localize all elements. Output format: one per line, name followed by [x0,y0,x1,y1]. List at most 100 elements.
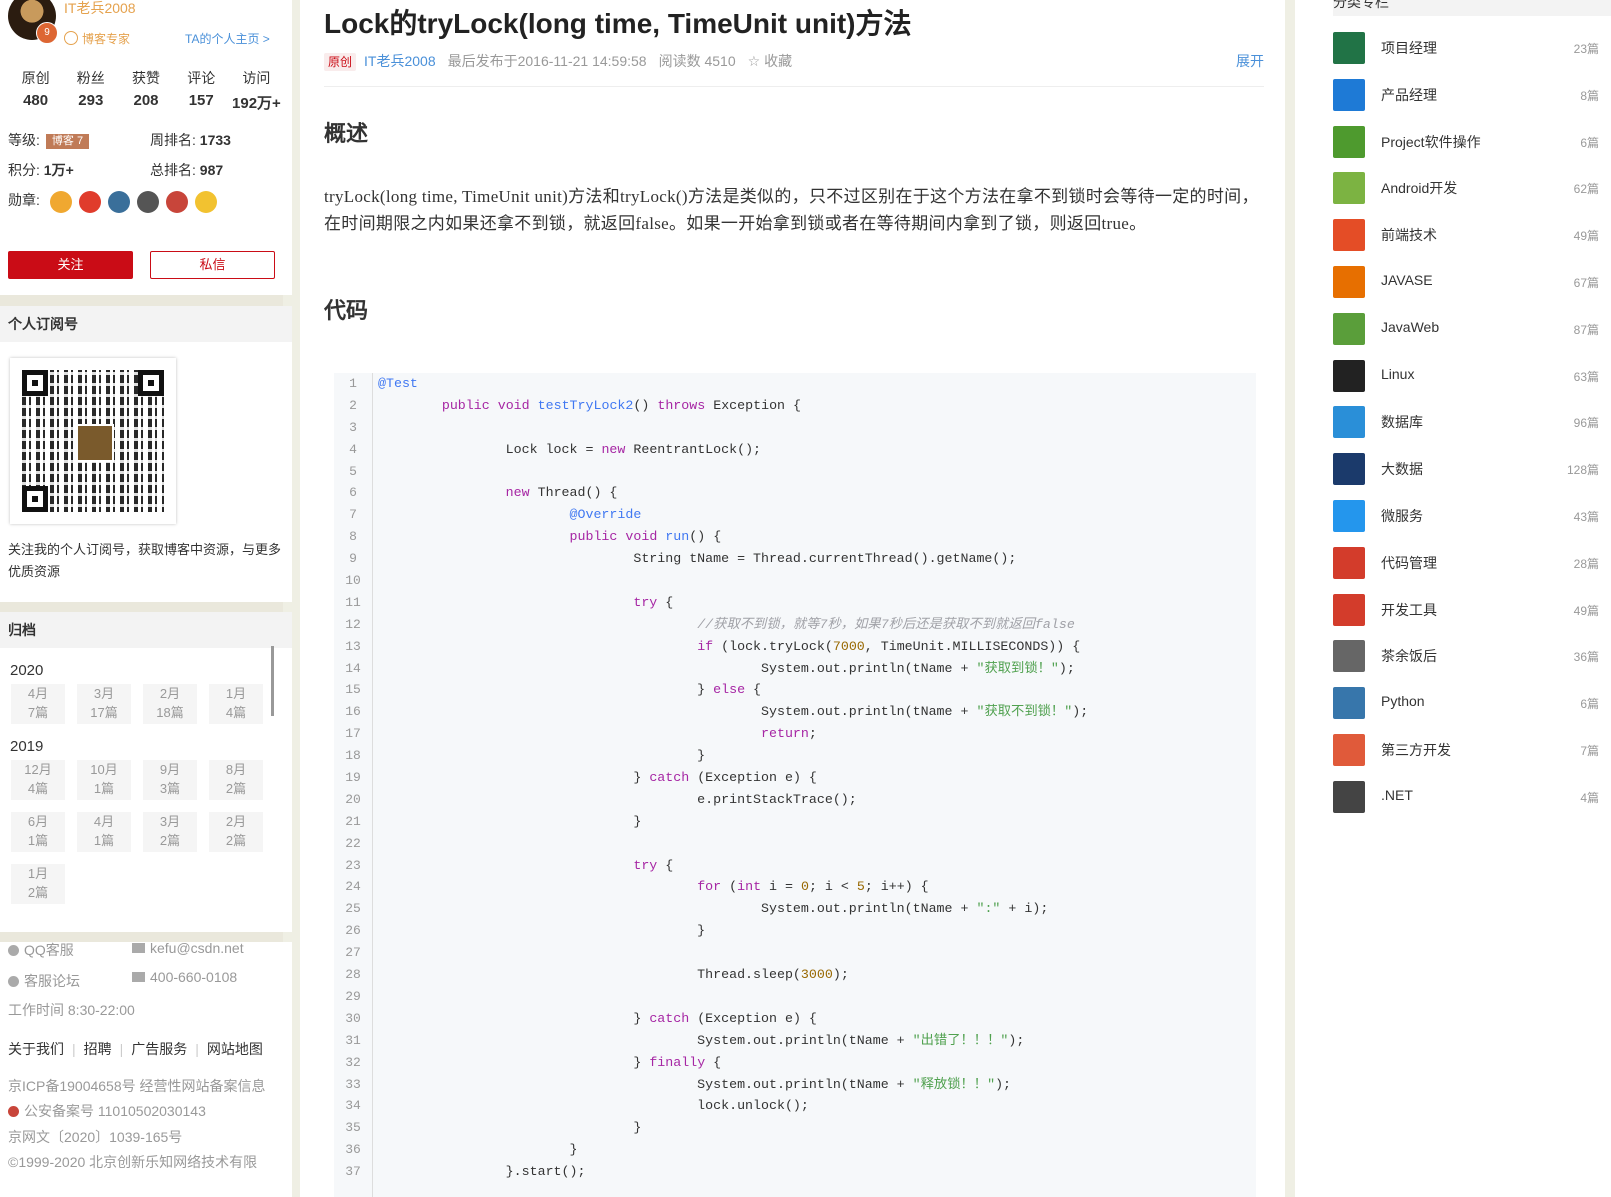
favorite-button[interactable]: ☆ 收藏 [748,53,792,69]
archive-month[interactable]: 6月 1篇 [11,812,65,852]
archive-month[interactable]: 8月 2篇 [209,760,263,800]
category-item[interactable]: Project软件操作 6篇 [1295,125,1611,160]
category-item[interactable]: Python 6篇 [1295,687,1611,721]
code-token: e.printStackTrace(); [378,791,857,807]
month-count: 2篇 [27,885,49,900]
expand-link[interactable]: 展开 [1236,51,1264,71]
stat-item[interactable]: 评论 157 [174,68,229,113]
code-block[interactable]: 1 2 3 4 5 6 7 8 9 10 11 12 13 14 15 16 17 18 19 20 21 22 23 24 2… [334,373,1256,1197]
month-count: 1篇 [93,833,115,848]
email-link[interactable]: kefu@csdn.net [132,940,244,956]
medal-red-icon[interactable] [79,191,101,213]
code-token: } [378,748,706,764]
month-label: 1月 [225,686,247,701]
ms-project-icon [1333,125,1365,158]
category-item[interactable]: JavaWeb 87篇 [1295,312,1611,347]
police-record[interactable]: 公安备案号 11010502030143 [8,1101,206,1121]
category-item[interactable]: 数据库 96篇 [1295,406,1611,440]
category-item[interactable]: 大数据 128篇 [1295,453,1611,487]
footer-link[interactable]: 广告服务 [131,1041,187,1057]
category-item[interactable]: 开发工具 49篇 [1295,593,1611,628]
category-item[interactable]: 项目经理 23篇 [1295,32,1611,66]
qq-service[interactable]: QQ客服 [8,940,74,960]
medal-30-icon[interactable] [50,191,72,213]
code-line: } [378,1139,1088,1161]
heading-code: 代码 [324,298,369,323]
icp-info[interactable]: 京ICP备19004658号 经营性网站备案信息 [8,1076,266,1096]
code-token: System.out.println(tName + [378,704,977,720]
category-item[interactable]: 微服务 43篇 [1295,500,1611,534]
line-number: 11 [345,594,361,610]
homepage-link[interactable]: TA的个人主页 > [185,30,270,47]
code-token: Thread.sleep( [378,967,801,983]
category-item[interactable]: 茶余饭后 36篇 [1295,640,1611,674]
line-number: 6 [349,485,357,501]
third-party-icon [1333,734,1365,766]
code-token: (lock.tryLock( [713,638,833,654]
line-number: 29 [345,988,361,1004]
category-count: 4篇 [1580,790,1599,805]
code-token: @Override [569,507,642,523]
archive-month[interactable]: 2月 2篇 [209,812,263,852]
subscription-title: 个人订阅号 [0,306,292,342]
category-item[interactable]: 第三方开发 7篇 [1295,734,1611,768]
code-token: } [378,923,706,939]
archive-month[interactable]: 3月 17篇 [77,684,131,724]
category-item[interactable]: .NET 4篇 [1295,780,1611,815]
footer-link[interactable]: 关于我们 [8,1041,64,1057]
medal-dark-icon[interactable] [137,191,159,213]
footer-link[interactable]: 网站地图 [207,1041,263,1057]
archive-month[interactable]: 2月 18篇 [143,684,197,724]
code-token: } [378,1054,650,1070]
follow-button[interactable]: 关注 [8,251,133,279]
category-item[interactable]: 产品经理 8篇 [1295,78,1611,113]
category-item[interactable]: 代码管理 28篇 [1295,546,1611,581]
month-label: 8月 [225,762,247,777]
category-item[interactable]: Linux 63篇 [1295,359,1611,394]
code-line: } [378,920,1088,942]
code-token: ; i++) { [864,879,929,895]
footer-link[interactable]: 招聘 [84,1041,112,1057]
stat-item[interactable]: 获赞 208 [118,68,173,113]
category-name: 微服务 [1381,508,1423,524]
category-item[interactable]: Android开发 62篇 [1295,172,1611,206]
archive-month[interactable]: 10月 1篇 [77,760,131,800]
level-badge: 9 [36,22,58,44]
code-line: } [378,811,1088,833]
archive-scrollbar[interactable] [271,646,274,716]
month-label: 2月 [225,814,247,829]
archive-month[interactable]: 4月 7篇 [11,684,65,724]
medal-list-icon[interactable] [108,191,130,213]
medal-1024-icon[interactable] [166,191,188,213]
archive-month[interactable]: 12月 4篇 [11,760,65,800]
stat-item[interactable]: 原创 480 [8,68,63,113]
archive-month[interactable]: 3月 2篇 [143,812,197,852]
line-number: 5 [349,463,357,479]
stat-item[interactable]: 访问 192万+ [229,68,284,113]
medal-pen-icon[interactable] [195,191,217,213]
code-line: lock.unlock(); [378,1095,1088,1117]
archive-month[interactable]: 1月 2篇 [11,864,65,904]
stat-item[interactable]: 粉丝 293 [63,68,118,113]
code-token: if [697,638,714,654]
archive-month[interactable]: 4月 1篇 [77,812,131,852]
code-token: for [697,879,722,895]
forum-link[interactable]: 客服论坛 [8,971,80,991]
archive-list[interactable]: 2020 4月 7篇 3月 17篇 2月 18篇 1月 4篇 2019 12月 4篇 10月 1篇 9月 3篇… [0,648,280,928]
code-token: //获取不到锁，就等7秒，如果7秒后还是获取不到就返回false [697,616,1075,632]
category-item[interactable]: 前端技术 49篇 [1295,219,1611,253]
grade-badge[interactable]: 博客 7 [45,133,90,149]
message-button[interactable]: 私信 [150,251,275,279]
code-token: ); [1008,1032,1025,1048]
username[interactable]: IT老兵2008 [64,0,136,18]
line-number: 31 [345,1032,361,1048]
author-link[interactable]: IT老兵2008 [364,53,436,69]
line-number: 28 [345,967,361,983]
link-separator: | [195,1041,199,1057]
archive-month[interactable]: 9月 3篇 [143,760,197,800]
category-item[interactable]: JAVASE 67篇 [1295,266,1611,300]
archive-month[interactable]: 1月 4篇 [209,684,263,724]
